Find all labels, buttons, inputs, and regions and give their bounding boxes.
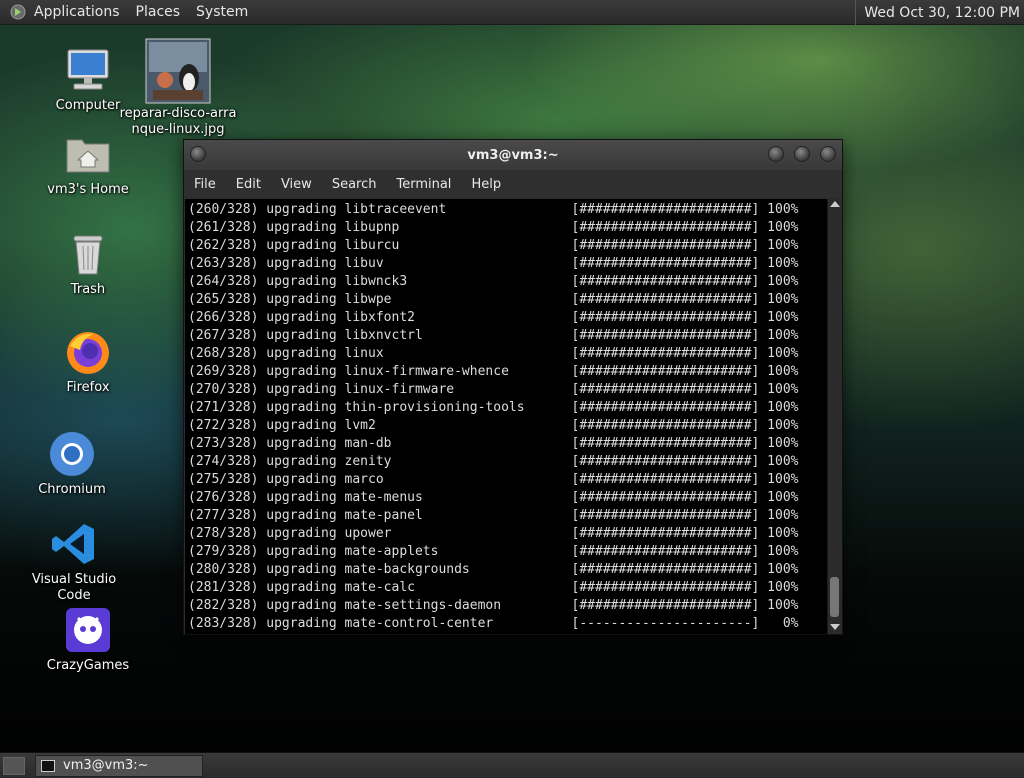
menu-search[interactable]: Search <box>332 177 377 192</box>
menu-view[interactable]: View <box>281 177 312 192</box>
desktop-icon-label: Chromium <box>38 482 106 497</box>
terminal-line: (263/328) upgrading libuv [#############… <box>188 256 799 271</box>
desktop-icon-image-file[interactable]: reparar-disco-arranque-linux.jpg <box>118 38 238 138</box>
desktop-icon-trash[interactable]: Trash <box>28 230 148 298</box>
terminal-line: (281/328) upgrading mate-calc [#########… <box>188 580 799 595</box>
taskbar-item-terminal[interactable]: vm3@vm3:~ <box>35 754 203 777</box>
applications-menu[interactable]: Applications <box>34 4 128 20</box>
desktop-icon-home[interactable]: vm3's Home <box>28 130 148 198</box>
terminal-line: (264/328) upgrading libwnck3 [##########… <box>188 274 799 289</box>
window-menu-icon[interactable] <box>190 146 206 162</box>
trash-icon <box>73 235 103 275</box>
terminal-line: (272/328) upgrading lvm2 [##############… <box>188 418 799 433</box>
clock[interactable]: Wed Oct 30, 12:00 PM <box>855 0 1024 25</box>
desktop-icon-label: Visual Studio Code <box>31 572 117 603</box>
terminal-line: (268/328) upgrading linux [#############… <box>188 346 799 361</box>
terminal-line: (273/328) upgrading man-db [############… <box>188 436 799 451</box>
scrollbar-thumb[interactable] <box>830 577 839 617</box>
close-icon[interactable] <box>820 146 836 162</box>
terminal-line: (282/328) upgrading mate-settings-daemon… <box>188 598 799 613</box>
vscode-icon <box>52 524 94 564</box>
terminal-line: (267/328) upgrading libxnvctrl [########… <box>188 328 799 343</box>
terminal-line: (269/328) upgrading linux-firmware-whenc… <box>188 364 799 379</box>
firefox-icon <box>67 332 109 374</box>
terminal-line: (271/328) upgrading thin-provisioning-to… <box>188 400 799 415</box>
scroll-down-icon[interactable] <box>830 624 840 630</box>
desktop-icon-firefox[interactable]: Firefox <box>28 328 148 396</box>
menu-terminal[interactable]: Terminal <box>396 177 451 192</box>
top-panel: Applications Places System Wed Oct 30, 1… <box>0 0 1024 25</box>
terminal-line: (270/328) upgrading linux-firmware [####… <box>188 382 799 397</box>
mate-logo-icon[interactable] <box>10 4 26 20</box>
menu-help[interactable]: Help <box>471 177 501 192</box>
scroll-up-icon[interactable] <box>830 201 840 207</box>
titlebar[interactable]: vm3@vm3:~ <box>184 140 842 170</box>
terminal-line: (265/328) upgrading libwpe [############… <box>188 292 799 307</box>
terminal-output[interactable]: (260/328) upgrading libtraceevent [#####… <box>185 199 827 634</box>
places-menu[interactable]: Places <box>136 4 189 20</box>
terminal-line: (274/328) upgrading zenity [############… <box>188 454 799 469</box>
terminal-line: (266/328) upgrading libxfont2 [#########… <box>188 310 799 325</box>
terminal-line: (261/328) upgrading libupnp [###########… <box>188 220 799 235</box>
menu-file[interactable]: File <box>194 177 216 192</box>
minimize-icon[interactable] <box>768 146 784 162</box>
home-folder-icon <box>66 139 110 173</box>
taskbar-item-label: vm3@vm3:~ <box>63 758 149 773</box>
terminal-line: (276/328) upgrading mate-menus [########… <box>188 490 799 505</box>
terminal-line: (277/328) upgrading mate-panel [########… <box>188 508 799 523</box>
terminal-line: (278/328) upgrading upower [############… <box>188 526 799 541</box>
terminal-window[interactable]: vm3@vm3:~ File Edit View Search Terminal… <box>183 139 843 635</box>
system-menu[interactable]: System <box>196 4 256 20</box>
computer-icon <box>67 49 109 90</box>
terminal-line: (280/328) upgrading mate-backgrounds [##… <box>188 562 799 577</box>
terminal-line: (262/328) upgrading liburcu [###########… <box>188 238 799 253</box>
maximize-icon[interactable] <box>794 146 810 162</box>
chromium-icon <box>50 432 94 476</box>
terminal-line: (279/328) upgrading mate-applets [######… <box>188 544 799 559</box>
desktop-icon-label: vm3's Home <box>47 182 129 197</box>
show-desktop-icon[interactable] <box>3 756 25 775</box>
desktop-icon-label: CrazyGames <box>46 658 130 673</box>
terminal-line: (275/328) upgrading marco [#############… <box>188 472 799 487</box>
terminal-line: (260/328) upgrading libtraceevent [#####… <box>188 202 799 217</box>
desktop-icon-label: Trash <box>70 282 106 297</box>
terminal-menubar: File Edit View Search Terminal Help <box>184 170 842 198</box>
menu-edit[interactable]: Edit <box>236 177 261 192</box>
window-title: vm3@vm3:~ <box>467 147 559 163</box>
desktop-icon-label: Firefox <box>66 380 110 395</box>
desktop-icon-crazygames[interactable]: CrazyGames <box>28 606 148 674</box>
desktop-icon-vscode[interactable]: Visual Studio Code <box>14 520 134 604</box>
terminal-line: (283/328) upgrading mate-control-center … <box>188 616 799 631</box>
image-file-icon <box>145 38 211 104</box>
desktop-icon-chromium[interactable]: Chromium <box>12 430 132 498</box>
terminal-scrollbar[interactable] <box>827 199 841 634</box>
crazygames-icon <box>66 608 110 652</box>
terminal-icon <box>41 759 55 772</box>
bottom-panel: vm3@vm3:~ <box>0 752 1024 778</box>
